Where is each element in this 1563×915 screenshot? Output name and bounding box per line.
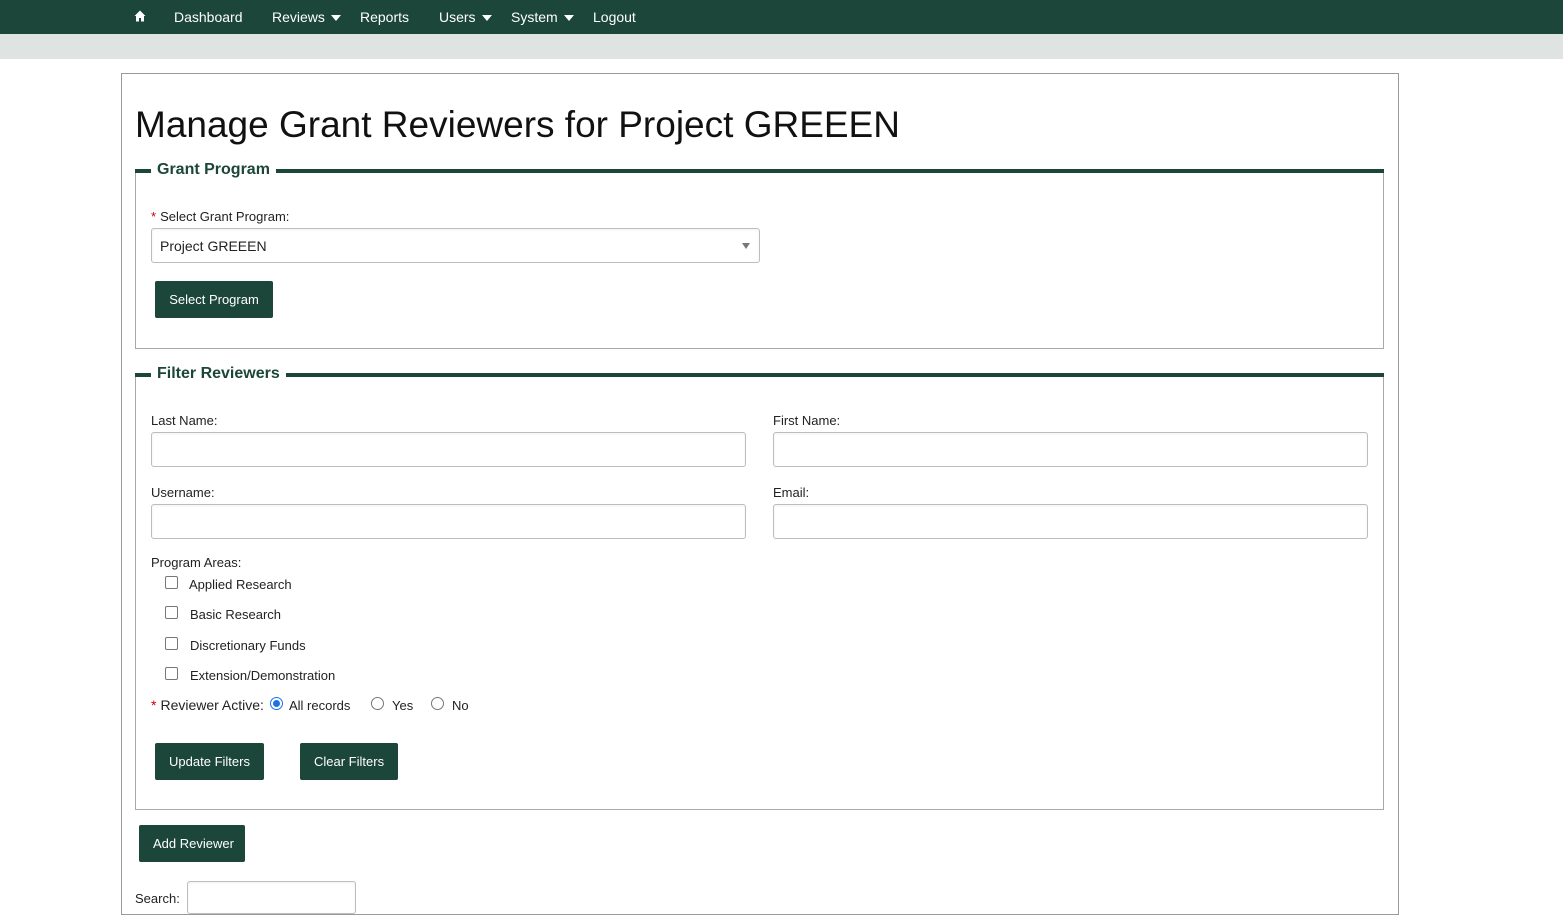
nav-dashboard-label: Dashboard xyxy=(174,9,243,25)
home-icon[interactable] xyxy=(134,10,146,22)
username-input[interactable] xyxy=(151,504,746,539)
sub-header-bar xyxy=(0,34,1563,59)
basic-research-checkbox[interactable] xyxy=(165,606,178,619)
applied-research-checkbox[interactable] xyxy=(165,576,178,589)
grant-program-legend-line xyxy=(135,169,1384,173)
active-yes-radio[interactable] xyxy=(371,697,384,710)
extension-demonstration-label: Extension/Demonstration xyxy=(190,668,336,683)
nav-reports[interactable]: Reports xyxy=(360,0,409,34)
update-filters-button[interactable]: Update Filters xyxy=(155,743,264,780)
nav-users[interactable]: Users xyxy=(439,0,492,34)
search-label: Search: xyxy=(135,891,180,906)
grant-program-select-value: Project GREEEN xyxy=(160,238,267,254)
active-all-records-label: All records xyxy=(289,698,351,713)
first-name-input[interactable] xyxy=(773,432,1368,467)
page-title: Manage Grant Reviewers for Project GREEE… xyxy=(135,104,900,145)
nav-dashboard[interactable]: Dashboard xyxy=(174,0,243,34)
active-no-radio[interactable] xyxy=(431,697,444,710)
required-mark: * xyxy=(151,209,157,224)
nav-reports-label: Reports xyxy=(360,9,410,25)
add-reviewer-button[interactable]: Add Reviewer xyxy=(139,825,245,862)
basic-research-label: Basic Research xyxy=(190,607,282,622)
first-name-label: First Name: xyxy=(773,413,841,428)
discretionary-funds-label: Discretionary Funds xyxy=(190,638,306,653)
nav-logout[interactable]: Logout xyxy=(593,0,636,34)
nav-users-label: Users xyxy=(439,9,476,25)
select-grant-program-label-text: Select Grant Program: xyxy=(160,209,290,224)
program-areas-label: Program Areas: xyxy=(151,555,242,570)
caret-down-icon xyxy=(330,15,341,22)
nav-system-label: System xyxy=(511,9,558,25)
email-input[interactable] xyxy=(773,504,1368,539)
active-no-label: No xyxy=(452,698,469,713)
grant-program-legend: Grant Program xyxy=(151,161,276,179)
username-label: Username: xyxy=(151,485,215,500)
nav-reviews-label: Reviews xyxy=(272,9,325,25)
filter-reviewers-legend-line xyxy=(135,373,1384,377)
nav-reviews[interactable]: Reviews xyxy=(272,0,341,34)
grant-program-select[interactable]: Project GREEEN xyxy=(151,228,760,263)
nav-logout-label: Logout xyxy=(593,9,636,25)
discretionary-funds-checkbox[interactable] xyxy=(165,637,178,650)
last-name-label: Last Name: xyxy=(151,413,218,428)
dropdown-arrow-icon xyxy=(742,243,750,249)
active-all-records-radio[interactable] xyxy=(270,697,283,710)
select-program-button[interactable]: Select Program xyxy=(155,281,273,318)
email-label: Email: xyxy=(773,485,810,500)
reviewer-active-label-text: Reviewer Active: xyxy=(160,697,264,713)
clear-filters-button[interactable]: Clear Filters xyxy=(300,743,398,780)
nav-system[interactable]: System xyxy=(511,0,574,34)
extension-demonstration-checkbox[interactable] xyxy=(165,667,178,680)
required-mark: * xyxy=(151,697,157,713)
active-yes-label: Yes xyxy=(392,698,414,713)
select-grant-program-label: * Select Grant Program: xyxy=(151,209,289,224)
top-nav-bar: Dashboard Reviews Reports Users System L… xyxy=(0,0,1563,34)
applied-research-label: Applied Research xyxy=(189,577,292,592)
caret-down-icon xyxy=(563,15,574,22)
filter-reviewers-legend: Filter Reviewers xyxy=(151,365,286,383)
reviewer-active-label: * Reviewer Active: xyxy=(151,697,264,713)
last-name-input[interactable] xyxy=(151,432,746,467)
caret-down-icon xyxy=(481,15,492,22)
